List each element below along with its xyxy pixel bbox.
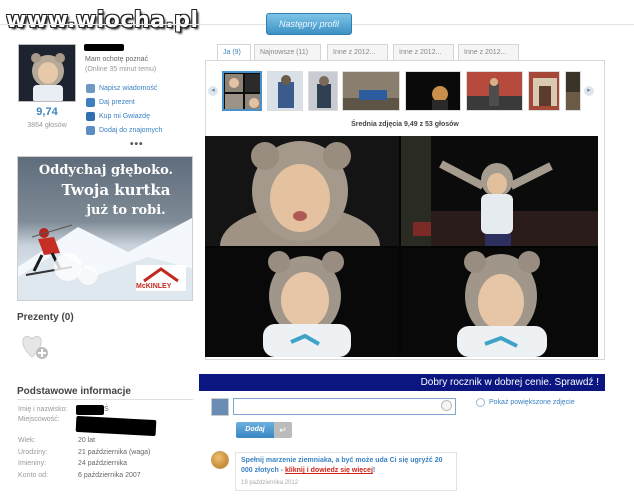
- ad-brand-logo: McKINLEY: [136, 283, 172, 290]
- comment-input[interactable]: [233, 398, 456, 415]
- add-friend-link[interactable]: Dodaj do znajomych: [86, 126, 162, 135]
- action-label: Dodaj do znajomych: [99, 127, 163, 134]
- thumbnail-1[interactable]: [222, 71, 262, 111]
- promo-banner[interactable]: Dobry rocznik w dobrej cenie. Sprawdź !: [199, 374, 605, 391]
- thumbnail-7[interactable]: [528, 71, 560, 111]
- magnifier-icon: [476, 398, 485, 407]
- info-label-nameday: Imieniny:: [18, 460, 47, 467]
- commenter-avatar: [211, 398, 229, 416]
- info-value-age: 20 lat: [78, 437, 96, 444]
- photo-rating-caption: Średnia zdjęcia 9,49 z 53 głosów: [351, 121, 459, 128]
- give-gift-link[interactable]: Daj prezent: [86, 98, 135, 107]
- zoom-photo-link[interactable]: Pokaż powiększone zdjęcie: [476, 398, 575, 407]
- thumbs-prev-button[interactable]: ◂: [208, 86, 218, 96]
- thumbnail-5[interactable]: [405, 71, 461, 111]
- add-comment-button[interactable]: Dodaj: [236, 422, 274, 438]
- promo-comment: Spełnij marzenie ziemniaka, a być może u…: [235, 452, 457, 491]
- photo-quadrant-top-right: [401, 136, 598, 246]
- promo-link[interactable]: kliknij i dowiedz się więcej: [285, 467, 373, 474]
- promo-suffix: !: [372, 467, 376, 474]
- basic-info-heading: Podstawowe informacje: [17, 386, 131, 397]
- info-value-nameday: 24 października: [78, 460, 128, 467]
- potato-avatar: [211, 451, 229, 469]
- profile-score: 9,74: [36, 106, 58, 118]
- online-status: (Online 35 minut temu): [85, 66, 157, 73]
- action-label: Kup mi Gwiazdę: [99, 113, 150, 120]
- next-profile-button[interactable]: Następny profil: [266, 13, 352, 35]
- action-label: Daj prezent: [99, 99, 135, 106]
- tab-newest[interactable]: Najnowsze (11): [254, 44, 321, 60]
- tab-other-2012-3[interactable]: Inne z 2012...: [458, 44, 519, 60]
- photo-quadrant-top-left: [205, 136, 399, 246]
- ad-headline-1: Oddychaj głęboko.: [38, 163, 174, 178]
- tab-me[interactable]: Ja (9): [217, 44, 251, 61]
- photo-quadrant-bottom-left: [205, 248, 399, 357]
- add-friend-icon: [86, 126, 95, 135]
- thumbs-next-button[interactable]: ▸: [584, 86, 594, 96]
- thumbnail-8[interactable]: [565, 71, 581, 111]
- thumbnail-2[interactable]: [267, 71, 303, 111]
- emoticon-icon[interactable]: [441, 400, 452, 411]
- ad-banner[interactable]: Oddychaj głęboko. Twoja kurtka już to ro…: [17, 156, 193, 301]
- redacted-city: [75, 415, 157, 437]
- zoom-photo-label: Pokaż powiększone zdjęcie: [489, 399, 575, 406]
- ad-headline-3: już to robi.: [86, 203, 166, 218]
- star-icon: [86, 112, 95, 121]
- profile-votes: 3864 głosów: [27, 122, 67, 129]
- profile-avatar[interactable]: [18, 44, 76, 102]
- site-watermark: www.wiocha.pl: [6, 8, 199, 33]
- info-value-name: Ś: [104, 406, 109, 413]
- presents-heading: Prezenty (0): [17, 312, 74, 323]
- add-present-icon[interactable]: [20, 333, 50, 361]
- info-value-birthday: 21 października (waga): [78, 449, 151, 456]
- thumbnail-3[interactable]: [308, 71, 338, 111]
- main-photo[interactable]: [205, 136, 598, 357]
- info-label-name: Imię i nazwisko:: [18, 406, 68, 413]
- send-message-link[interactable]: Napisz wiadomość: [86, 84, 157, 93]
- thumbnail-4[interactable]: [342, 71, 400, 111]
- tab-other-2012-1[interactable]: Inne z 2012...: [327, 44, 388, 60]
- basic-info-divider: [17, 399, 193, 400]
- photo-quadrant-bottom-right: [401, 248, 598, 357]
- info-label-birthday: Urodziny:: [18, 449, 48, 456]
- tab-other-2012-2[interactable]: Inne z 2012...: [393, 44, 454, 60]
- profile-status: Mam ochotę poznać: [85, 56, 149, 63]
- envelope-icon: [86, 84, 95, 93]
- action-label: Napisz wiadomość: [99, 85, 158, 92]
- info-label-city: Miejscowość:: [18, 416, 60, 423]
- ad-headline-2: Twoja kurtka: [61, 181, 171, 199]
- enter-arrow-icon[interactable]: ↵: [274, 422, 292, 438]
- gift-icon: [86, 98, 95, 107]
- redacted-username: [84, 44, 124, 51]
- info-label-age: Wiek:: [18, 437, 36, 444]
- more-actions-button[interactable]: •••: [130, 139, 144, 150]
- info-value-account: 6 października 2007: [78, 472, 141, 479]
- buy-star-link[interactable]: Kup mi Gwiazdę: [86, 112, 150, 121]
- redacted-name: [76, 405, 104, 415]
- info-label-account: Konto od:: [18, 472, 48, 479]
- thumbnail-6[interactable]: [466, 71, 523, 111]
- promo-date: 19 października 2012: [241, 480, 299, 486]
